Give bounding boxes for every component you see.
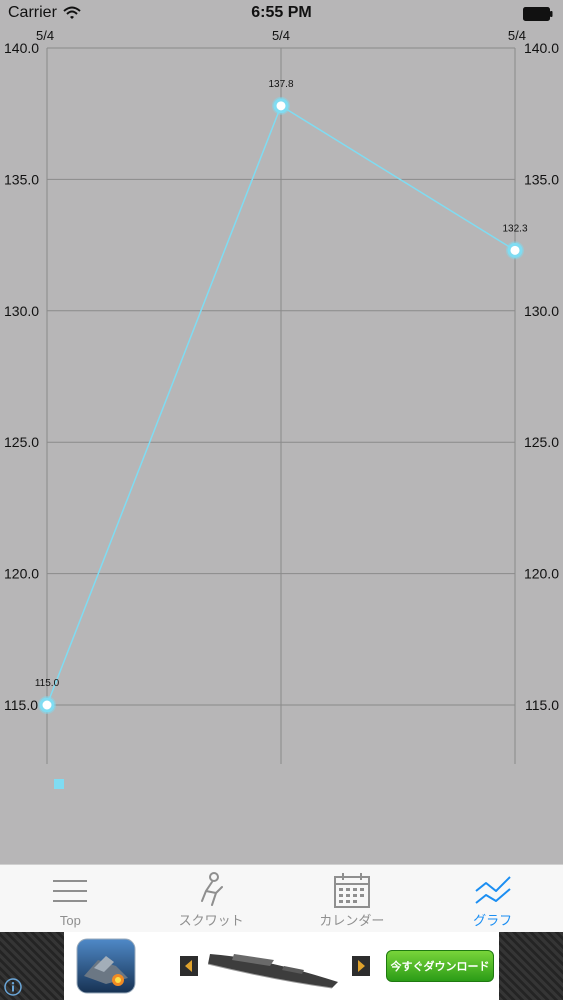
tab-calendar[interactable]: カレンダー xyxy=(282,865,423,932)
tab-graph[interactable]: グラフ xyxy=(422,865,563,932)
x-tick-label: 5/4 xyxy=(36,28,54,43)
legend-swatch xyxy=(54,779,64,789)
data-point xyxy=(507,242,523,258)
status-bar: Carrier 6:55 PM xyxy=(0,0,563,28)
ad-banner[interactable]: 今すぐダウンロード xyxy=(0,932,563,1000)
x-tick-label: 5/4 xyxy=(508,28,526,43)
data-point xyxy=(39,697,55,713)
ad-arrow-left-icon xyxy=(180,956,198,976)
ad-side-panel-right xyxy=(499,932,563,1000)
tab-graph-label: グラフ xyxy=(473,913,513,928)
status-time: 6:55 PM xyxy=(251,4,312,21)
download-now-button[interactable]: 今すぐダウンロード xyxy=(386,950,494,982)
squat-figure-icon xyxy=(201,872,224,906)
graph-lines-icon xyxy=(475,876,511,904)
y-tick-label-left: 115.0 xyxy=(4,697,38,713)
tab-squat-label: スクワット xyxy=(178,913,244,928)
ad-content[interactable]: 今すぐダウンロード xyxy=(64,932,499,1000)
y-tick-label-right: 130.0 xyxy=(524,303,559,319)
tab-bar: Top スクワット カレンダー グラフ xyxy=(0,864,563,932)
y-tick-label-right: 115.0 xyxy=(525,697,559,713)
y-tick-label-right: 135.0 xyxy=(524,171,559,187)
tab-squat[interactable]: スクワット xyxy=(141,865,282,932)
y-tick-label-right: 120.0 xyxy=(524,566,559,582)
battery-icon xyxy=(523,7,553,21)
info-icon[interactable] xyxy=(4,978,22,996)
tab-top-label: Top xyxy=(59,913,81,928)
ad-arrow-right-icon xyxy=(352,956,370,976)
y-tick-label-left: 140.0 xyxy=(4,40,39,56)
y-tick-label-right: 140.0 xyxy=(524,40,559,56)
data-value-label: 115.0 xyxy=(35,678,60,689)
tab-calendar-label: カレンダー xyxy=(319,913,385,928)
battleship-image xyxy=(207,954,338,989)
y-tick-label-left: 130.0 xyxy=(4,303,39,319)
data-value-label: 132.3 xyxy=(502,223,527,234)
y-tick-label-left: 120.0 xyxy=(4,566,39,582)
game-app-icon xyxy=(76,938,136,994)
y-tick-label-right: 125.0 xyxy=(524,434,559,450)
tab-top[interactable]: Top xyxy=(0,865,141,932)
graph-area: 115.0 115.0 120.0 120.0 125.0 125.0 130.0 130.0… xyxy=(0,28,563,864)
y-tick-label-left: 135.0 xyxy=(4,171,39,187)
data-point xyxy=(273,98,289,114)
y-tick-label-left: 125.0 xyxy=(4,434,39,450)
menu-lines-icon xyxy=(53,880,88,902)
calendar-icon xyxy=(333,873,370,908)
x-tick-label: 5/4 xyxy=(272,28,290,43)
weight-line-chart: 115.0 115.0 120.0 120.0 125.0 125.0 130.0 130.0… xyxy=(4,28,559,789)
data-value-label: 137.8 xyxy=(268,79,293,90)
